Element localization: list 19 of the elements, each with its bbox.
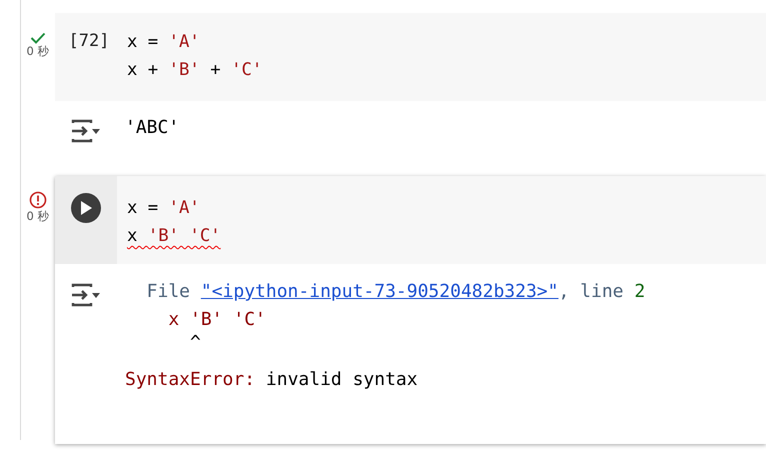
output-line: x 'B' 'C'	[167, 309, 266, 330]
output-menu-icon[interactable]	[70, 282, 102, 308]
code-line: x 'B' 'C'	[127, 226, 221, 246]
output-line: SyntaxError: invalid syntax	[125, 369, 418, 390]
execution-time: 0 秒	[26, 209, 50, 224]
play-icon	[79, 200, 93, 216]
file-link[interactable]: "<ipython-input-73-90520482b323>"	[200, 281, 558, 302]
output-menu-icon[interactable]	[70, 118, 102, 144]
output-line: ^	[189, 332, 201, 353]
code-line: x = 'A'	[127, 32, 200, 52]
execution-count: [72]	[68, 30, 110, 53]
execution-time: 0 秒	[26, 44, 50, 59]
error-icon	[29, 191, 47, 209]
code-line: x + 'B' + 'C'	[127, 60, 262, 80]
check-icon	[30, 32, 46, 44]
output-line: File "<ipython-input-73-90520482b323>", line 2	[146, 281, 646, 302]
code-line: x = 'A'	[127, 198, 200, 218]
run-button[interactable]	[71, 193, 101, 223]
output-line: 'ABC'	[125, 117, 180, 138]
